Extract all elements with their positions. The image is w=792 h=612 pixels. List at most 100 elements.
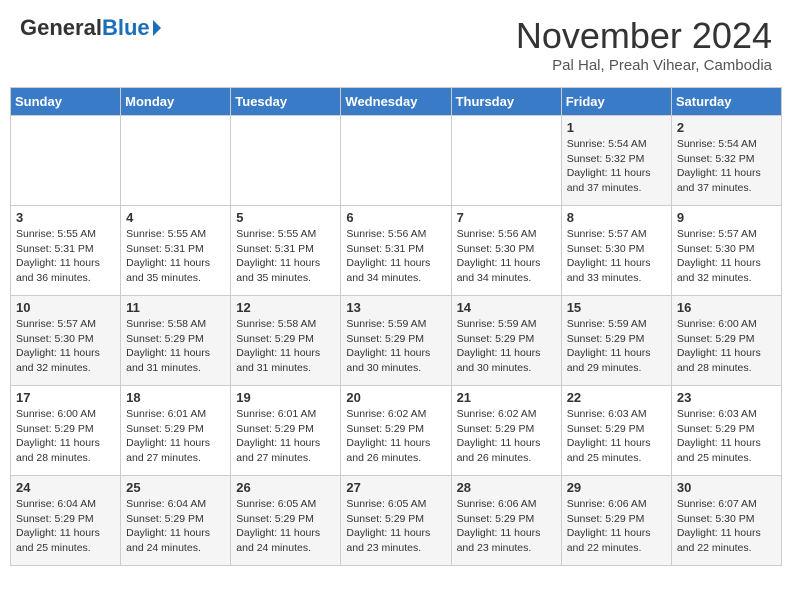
- calendar-cell: 9 Sunrise: 5:57 AM Sunset: 5:30 PM Daylig…: [671, 206, 781, 296]
- calendar-cell: 8Sunrise: 5:57 AM Sunset: 5:30 PM Daylig…: [561, 206, 671, 296]
- day-number: 29: [567, 480, 666, 495]
- calendar-cell: 18 Sunrise: 6:01 AM Sunset: 5:29 PM Dayli…: [121, 386, 231, 476]
- calendar-week-2: 3Sunrise: 5:55 AM Sunset: 5:31 PM Daylig…: [11, 206, 782, 296]
- day-info: Sunrise: 6:03 AM Sunset: 5:29 PM Dayligh…: [677, 407, 776, 466]
- day-number: 21: [457, 390, 556, 405]
- day-number: 5: [236, 210, 335, 225]
- calendar-cell: 20 Sunrise: 6:02 AM Sunset: 5:29 PM Dayli…: [341, 386, 451, 476]
- day-info: Sunrise: 5:56 AM Sunset: 5:30 PM Dayligh…: [457, 227, 556, 286]
- logo-general-text: General: [20, 15, 102, 40]
- day-number: 23: [677, 390, 776, 405]
- header-day-tuesday: Tuesday: [231, 88, 341, 116]
- header-day-sunday: Sunday: [11, 88, 121, 116]
- day-info: Sunrise: 6:00 AM Sunset: 5:29 PM Dayligh…: [677, 317, 776, 376]
- calendar-cell: 30Sunrise: 6:07 AM Sunset: 5:30 PM Dayli…: [671, 476, 781, 566]
- day-info: Sunrise: 5:58 AM Sunset: 5:29 PM Dayligh…: [126, 317, 225, 376]
- day-info: Sunrise: 5:55 AM Sunset: 5:31 PM Dayligh…: [16, 227, 115, 286]
- day-info: Sunrise: 6:01 AM Sunset: 5:29 PM Dayligh…: [236, 407, 335, 466]
- header-day-friday: Friday: [561, 88, 671, 116]
- day-number: 7: [457, 210, 556, 225]
- calendar-cell: [11, 116, 121, 206]
- calendar-week-1: 1Sunrise: 5:54 AM Sunset: 5:32 PM Daylig…: [11, 116, 782, 206]
- day-number: 4: [126, 210, 225, 225]
- calendar-cell: 22 Sunrise: 6:03 AM Sunset: 5:29 PM Dayli…: [561, 386, 671, 476]
- calendar-cell: 19 Sunrise: 6:01 AM Sunset: 5:29 PM Dayli…: [231, 386, 341, 476]
- calendar-cell: [231, 116, 341, 206]
- day-info: Sunrise: 6:01 AM Sunset: 5:29 PM Dayligh…: [126, 407, 225, 466]
- day-info: Sunrise: 6:06 AM Sunset: 5:29 PM Dayligh…: [567, 497, 666, 556]
- calendar-cell: 13 Sunrise: 5:59 AM Sunset: 5:29 PM Dayli…: [341, 296, 451, 386]
- header-day-saturday: Saturday: [671, 88, 781, 116]
- calendar-cell: 15Sunrise: 5:59 AM Sunset: 5:29 PM Dayli…: [561, 296, 671, 386]
- calendar-cell: 29 Sunrise: 6:06 AM Sunset: 5:29 PM Dayli…: [561, 476, 671, 566]
- day-info: Sunrise: 6:05 AM Sunset: 5:29 PM Dayligh…: [346, 497, 445, 556]
- day-info: Sunrise: 6:02 AM Sunset: 5:29 PM Dayligh…: [346, 407, 445, 466]
- calendar-cell: 1Sunrise: 5:54 AM Sunset: 5:32 PM Daylig…: [561, 116, 671, 206]
- day-info: Sunrise: 6:02 AM Sunset: 5:29 PM Dayligh…: [457, 407, 556, 466]
- day-number: 19: [236, 390, 335, 405]
- calendar-week-5: 24Sunrise: 6:04 AM Sunset: 5:29 PM Dayli…: [11, 476, 782, 566]
- calendar-cell: 2Sunrise: 5:54 AM Sunset: 5:32 PM Daylig…: [671, 116, 781, 206]
- day-info: Sunrise: 5:56 AM Sunset: 5:31 PM Dayligh…: [346, 227, 445, 286]
- day-number: 14: [457, 300, 556, 315]
- day-info: Sunrise: 5:54 AM Sunset: 5:32 PM Dayligh…: [677, 137, 776, 196]
- day-info: Sunrise: 5:57 AM Sunset: 5:30 PM Dayligh…: [677, 227, 776, 286]
- day-number: 12: [236, 300, 335, 315]
- day-number: 6: [346, 210, 445, 225]
- day-number: 25: [126, 480, 225, 495]
- day-number: 10: [16, 300, 115, 315]
- calendar-cell: 11 Sunrise: 5:58 AM Sunset: 5:29 PM Dayli…: [121, 296, 231, 386]
- day-info: Sunrise: 5:57 AM Sunset: 5:30 PM Dayligh…: [16, 317, 115, 376]
- logo-icon: [153, 20, 161, 36]
- day-number: 28: [457, 480, 556, 495]
- calendar-cell: [451, 116, 561, 206]
- calendar-week-3: 10 Sunrise: 5:57 AM Sunset: 5:30 PM Dayli…: [11, 296, 782, 386]
- day-number: 17: [16, 390, 115, 405]
- calendar-cell: 14 Sunrise: 5:59 AM Sunset: 5:29 PM Dayli…: [451, 296, 561, 386]
- logo: GeneralBlue: [20, 15, 161, 41]
- month-title: November 2024: [516, 15, 772, 57]
- day-info: Sunrise: 5:59 AM Sunset: 5:29 PM Dayligh…: [346, 317, 445, 376]
- day-number: 18: [126, 390, 225, 405]
- calendar-cell: 12 Sunrise: 5:58 AM Sunset: 5:29 PM Dayli…: [231, 296, 341, 386]
- header-day-monday: Monday: [121, 88, 231, 116]
- calendar-cell: [341, 116, 451, 206]
- day-number: 27: [346, 480, 445, 495]
- day-info: Sunrise: 6:03 AM Sunset: 5:29 PM Dayligh…: [567, 407, 666, 466]
- calendar-cell: 4 Sunrise: 5:55 AM Sunset: 5:31 PM Daylig…: [121, 206, 231, 296]
- day-info: Sunrise: 6:04 AM Sunset: 5:29 PM Dayligh…: [16, 497, 115, 556]
- header-day-wednesday: Wednesday: [341, 88, 451, 116]
- header-row: SundayMondayTuesdayWednesdayThursdayFrid…: [11, 88, 782, 116]
- day-number: 13: [346, 300, 445, 315]
- day-info: Sunrise: 6:07 AM Sunset: 5:30 PM Dayligh…: [677, 497, 776, 556]
- day-info: Sunrise: 5:55 AM Sunset: 5:31 PM Dayligh…: [236, 227, 335, 286]
- title-block: November 2024 Pal Hal, Preah Vihear, Cam…: [516, 15, 772, 74]
- day-info: Sunrise: 5:55 AM Sunset: 5:31 PM Dayligh…: [126, 227, 225, 286]
- calendar-table: SundayMondayTuesdayWednesdayThursdayFrid…: [10, 87, 782, 566]
- calendar-cell: 6 Sunrise: 5:56 AM Sunset: 5:31 PM Daylig…: [341, 206, 451, 296]
- day-info: Sunrise: 5:59 AM Sunset: 5:29 PM Dayligh…: [457, 317, 556, 376]
- calendar-cell: 7 Sunrise: 5:56 AM Sunset: 5:30 PM Daylig…: [451, 206, 561, 296]
- day-number: 9: [677, 210, 776, 225]
- day-info: Sunrise: 5:54 AM Sunset: 5:32 PM Dayligh…: [567, 137, 666, 196]
- day-info: Sunrise: 6:00 AM Sunset: 5:29 PM Dayligh…: [16, 407, 115, 466]
- calendar-body: 1Sunrise: 5:54 AM Sunset: 5:32 PM Daylig…: [11, 116, 782, 566]
- day-info: Sunrise: 5:58 AM Sunset: 5:29 PM Dayligh…: [236, 317, 335, 376]
- page-header: GeneralBlue November 2024 Pal Hal, Preah…: [10, 10, 782, 79]
- calendar-header: SundayMondayTuesdayWednesdayThursdayFrid…: [11, 88, 782, 116]
- day-number: 26: [236, 480, 335, 495]
- day-number: 15: [567, 300, 666, 315]
- calendar-cell: 16 Sunrise: 6:00 AM Sunset: 5:29 PM Dayli…: [671, 296, 781, 386]
- day-info: Sunrise: 5:57 AM Sunset: 5:30 PM Dayligh…: [567, 227, 666, 286]
- day-number: 11: [126, 300, 225, 315]
- calendar-cell: 3Sunrise: 5:55 AM Sunset: 5:31 PM Daylig…: [11, 206, 121, 296]
- day-number: 22: [567, 390, 666, 405]
- calendar-cell: 25 Sunrise: 6:04 AM Sunset: 5:29 PM Dayli…: [121, 476, 231, 566]
- day-info: Sunrise: 6:05 AM Sunset: 5:29 PM Dayligh…: [236, 497, 335, 556]
- day-number: 16: [677, 300, 776, 315]
- calendar-cell: 10 Sunrise: 5:57 AM Sunset: 5:30 PM Dayli…: [11, 296, 121, 386]
- day-number: 20: [346, 390, 445, 405]
- calendar-cell: 28Sunrise: 6:06 AM Sunset: 5:29 PM Dayli…: [451, 476, 561, 566]
- day-info: Sunrise: 6:04 AM Sunset: 5:29 PM Dayligh…: [126, 497, 225, 556]
- calendar-cell: 24Sunrise: 6:04 AM Sunset: 5:29 PM Dayli…: [11, 476, 121, 566]
